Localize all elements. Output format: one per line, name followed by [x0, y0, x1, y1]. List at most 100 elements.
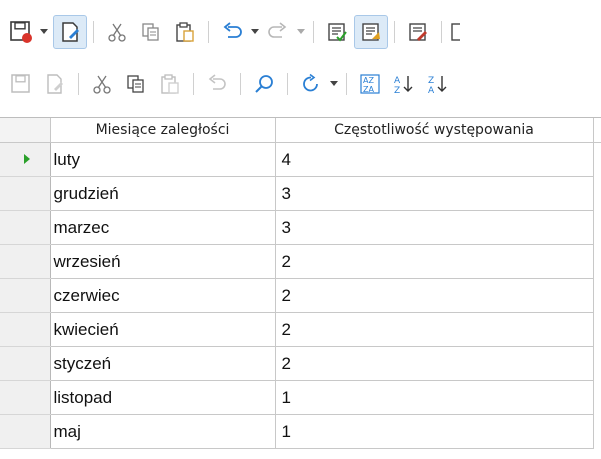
table-row[interactable]: kwiecień 2 [0, 312, 601, 347]
chevron-down-icon [297, 29, 305, 34]
table-row[interactable]: maj 1 [0, 414, 601, 449]
copy-button[interactable] [134, 15, 168, 49]
svg-text:Z: Z [394, 86, 400, 95]
row-header[interactable] [0, 312, 51, 347]
count-cell[interactable]: 1 [275, 414, 594, 449]
count-cell[interactable]: 2 [275, 312, 594, 347]
month-cell[interactable]: kwiecień [50, 312, 276, 347]
month-cell[interactable]: luty [50, 142, 276, 177]
table-row[interactable]: luty 4 [0, 142, 601, 177]
sort-icon: AZ ZA [360, 74, 380, 94]
save-button[interactable] [4, 15, 38, 49]
edit-record-button[interactable] [38, 67, 72, 101]
toolbar-separator [441, 21, 442, 43]
month-cell[interactable]: maj [50, 414, 276, 449]
table-row[interactable]: wrzesień 2 [0, 244, 601, 279]
save-record-button[interactable] [4, 67, 38, 101]
more-button[interactable] [448, 15, 462, 49]
undo-icon [208, 74, 226, 90]
refresh-button[interactable] [294, 67, 328, 101]
row-header[interactable] [0, 278, 51, 313]
month-cell[interactable]: marzec [50, 210, 276, 245]
sort-ascending-icon: A Z [394, 76, 413, 95]
cut-icon [93, 75, 111, 94]
svg-text:A: A [394, 76, 401, 86]
svg-text:ZA: ZA [363, 85, 374, 94]
sort-descending-button[interactable]: Z A [421, 67, 455, 101]
save-dropdown[interactable] [38, 15, 50, 49]
month-cell[interactable]: listopad [50, 380, 276, 415]
count-cell[interactable]: 3 [275, 210, 594, 245]
save-record-icon [11, 74, 30, 93]
toolbar-separator [78, 73, 79, 95]
svg-text:Z: Z [428, 76, 434, 86]
row-header[interactable] [0, 380, 51, 415]
edit-record-icon [47, 74, 63, 94]
month-cell[interactable]: styczeń [50, 346, 276, 381]
paste-icon [161, 74, 179, 94]
sort-button[interactable]: AZ ZA [353, 67, 387, 101]
table-row[interactable]: marzec 3 [0, 210, 601, 245]
sort-ascending-button[interactable]: A Z [387, 67, 421, 101]
table-row[interactable]: czerwiec 2 [0, 278, 601, 313]
redo-button[interactable] [261, 15, 295, 49]
table-corner[interactable] [0, 118, 51, 143]
row-header[interactable] [0, 210, 51, 245]
chevron-down-icon [330, 81, 338, 86]
row-header[interactable] [0, 176, 51, 211]
table-row[interactable]: styczeń 2 [0, 346, 601, 381]
count-cell[interactable]: 2 [275, 278, 594, 313]
find-record-button[interactable] [247, 67, 281, 101]
find-record-icon [255, 75, 273, 93]
paste-icon [176, 22, 194, 42]
current-row-marker-icon [24, 154, 30, 164]
record-toolbar: AZ ZA A Z Z A [0, 60, 601, 108]
grid-gutter [593, 118, 601, 143]
chevron-down-icon [40, 29, 48, 34]
data-grid: Miesiące zaległości Częstotliwość występ… [0, 117, 601, 459]
refresh-dropdown[interactable] [328, 67, 340, 101]
count-cell[interactable]: 4 [275, 142, 594, 177]
design-mode-button[interactable] [354, 15, 388, 49]
month-cell[interactable]: czerwiec [50, 278, 276, 313]
form-check-icon [328, 23, 347, 42]
cut-record-button[interactable] [85, 67, 119, 101]
copy-record-button[interactable] [119, 67, 153, 101]
toolbar-separator [313, 21, 314, 43]
row-header[interactable] [0, 142, 51, 177]
cut-button[interactable] [100, 15, 134, 49]
paste-record-button[interactable] [153, 67, 187, 101]
row-header[interactable] [0, 346, 51, 381]
edit-document-icon [62, 22, 79, 42]
toolbar-separator [346, 73, 347, 95]
month-cell[interactable]: wrzesień [50, 244, 276, 279]
form-check-button[interactable] [320, 15, 354, 49]
more-icon [451, 23, 460, 41]
count-cell[interactable]: 2 [275, 346, 594, 381]
column-header-frequency[interactable]: Częstotliwość występowania [275, 118, 594, 143]
column-header-months[interactable]: Miesiące zaległości [50, 118, 276, 143]
redo-dropdown[interactable] [295, 15, 307, 49]
copy-icon [127, 75, 144, 93]
undo-dropdown[interactable] [249, 15, 261, 49]
count-cell[interactable]: 1 [275, 380, 594, 415]
month-cell[interactable]: grudzień [50, 176, 276, 211]
undo-record-button[interactable] [200, 67, 234, 101]
redo-icon [268, 22, 287, 38]
row-header[interactable] [0, 414, 51, 449]
svg-text:A: A [428, 86, 435, 95]
toolbar-separator [208, 21, 209, 43]
svg-text:AZ: AZ [363, 76, 374, 85]
primary-toolbar [0, 8, 601, 56]
table-row[interactable]: listopad 1 [0, 380, 601, 415]
copy-icon [142, 23, 159, 41]
table-row[interactable]: grudzień 3 [0, 176, 601, 211]
edit-form-button[interactable] [401, 15, 435, 49]
paste-button[interactable] [168, 15, 202, 49]
row-header[interactable] [0, 244, 51, 279]
undo-button[interactable] [215, 15, 249, 49]
count-cell[interactable]: 3 [275, 176, 594, 211]
edit-document-button[interactable] [53, 15, 87, 49]
toolbar-separator [93, 21, 94, 43]
count-cell[interactable]: 2 [275, 244, 594, 279]
